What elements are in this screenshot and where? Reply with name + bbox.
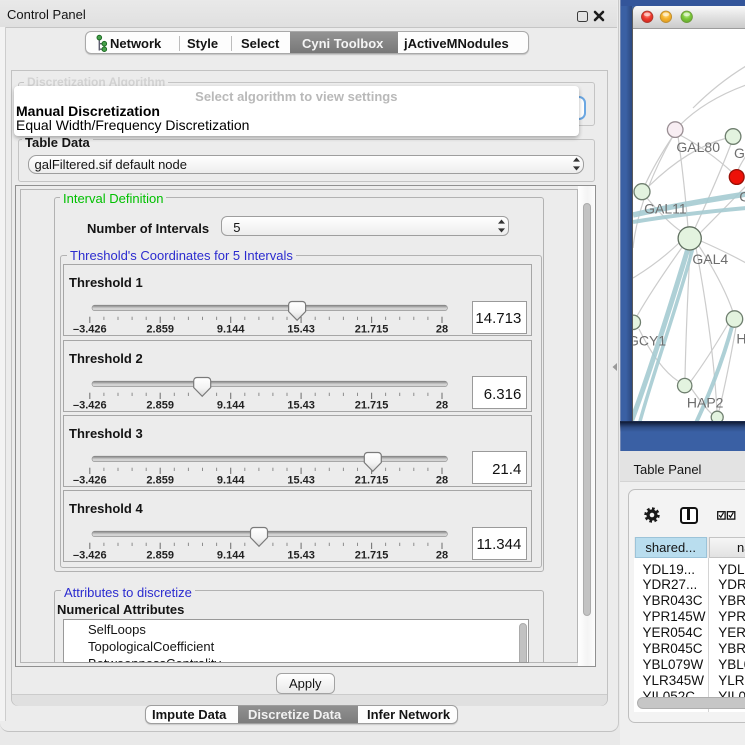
svg-text:GAL4: GAL4 [692,251,728,267]
svg-text:GAL80: GAL80 [676,138,720,154]
svg-text:HAP2: HAP2 [686,394,723,410]
svg-text:GCY1: GCY1 [633,332,666,348]
svg-text:G.: G. [734,144,745,160]
svg-text:H: H [736,330,745,346]
svg-text:GAL11: GAL11 [644,200,687,216]
svg-text:C.: C. [739,188,745,204]
